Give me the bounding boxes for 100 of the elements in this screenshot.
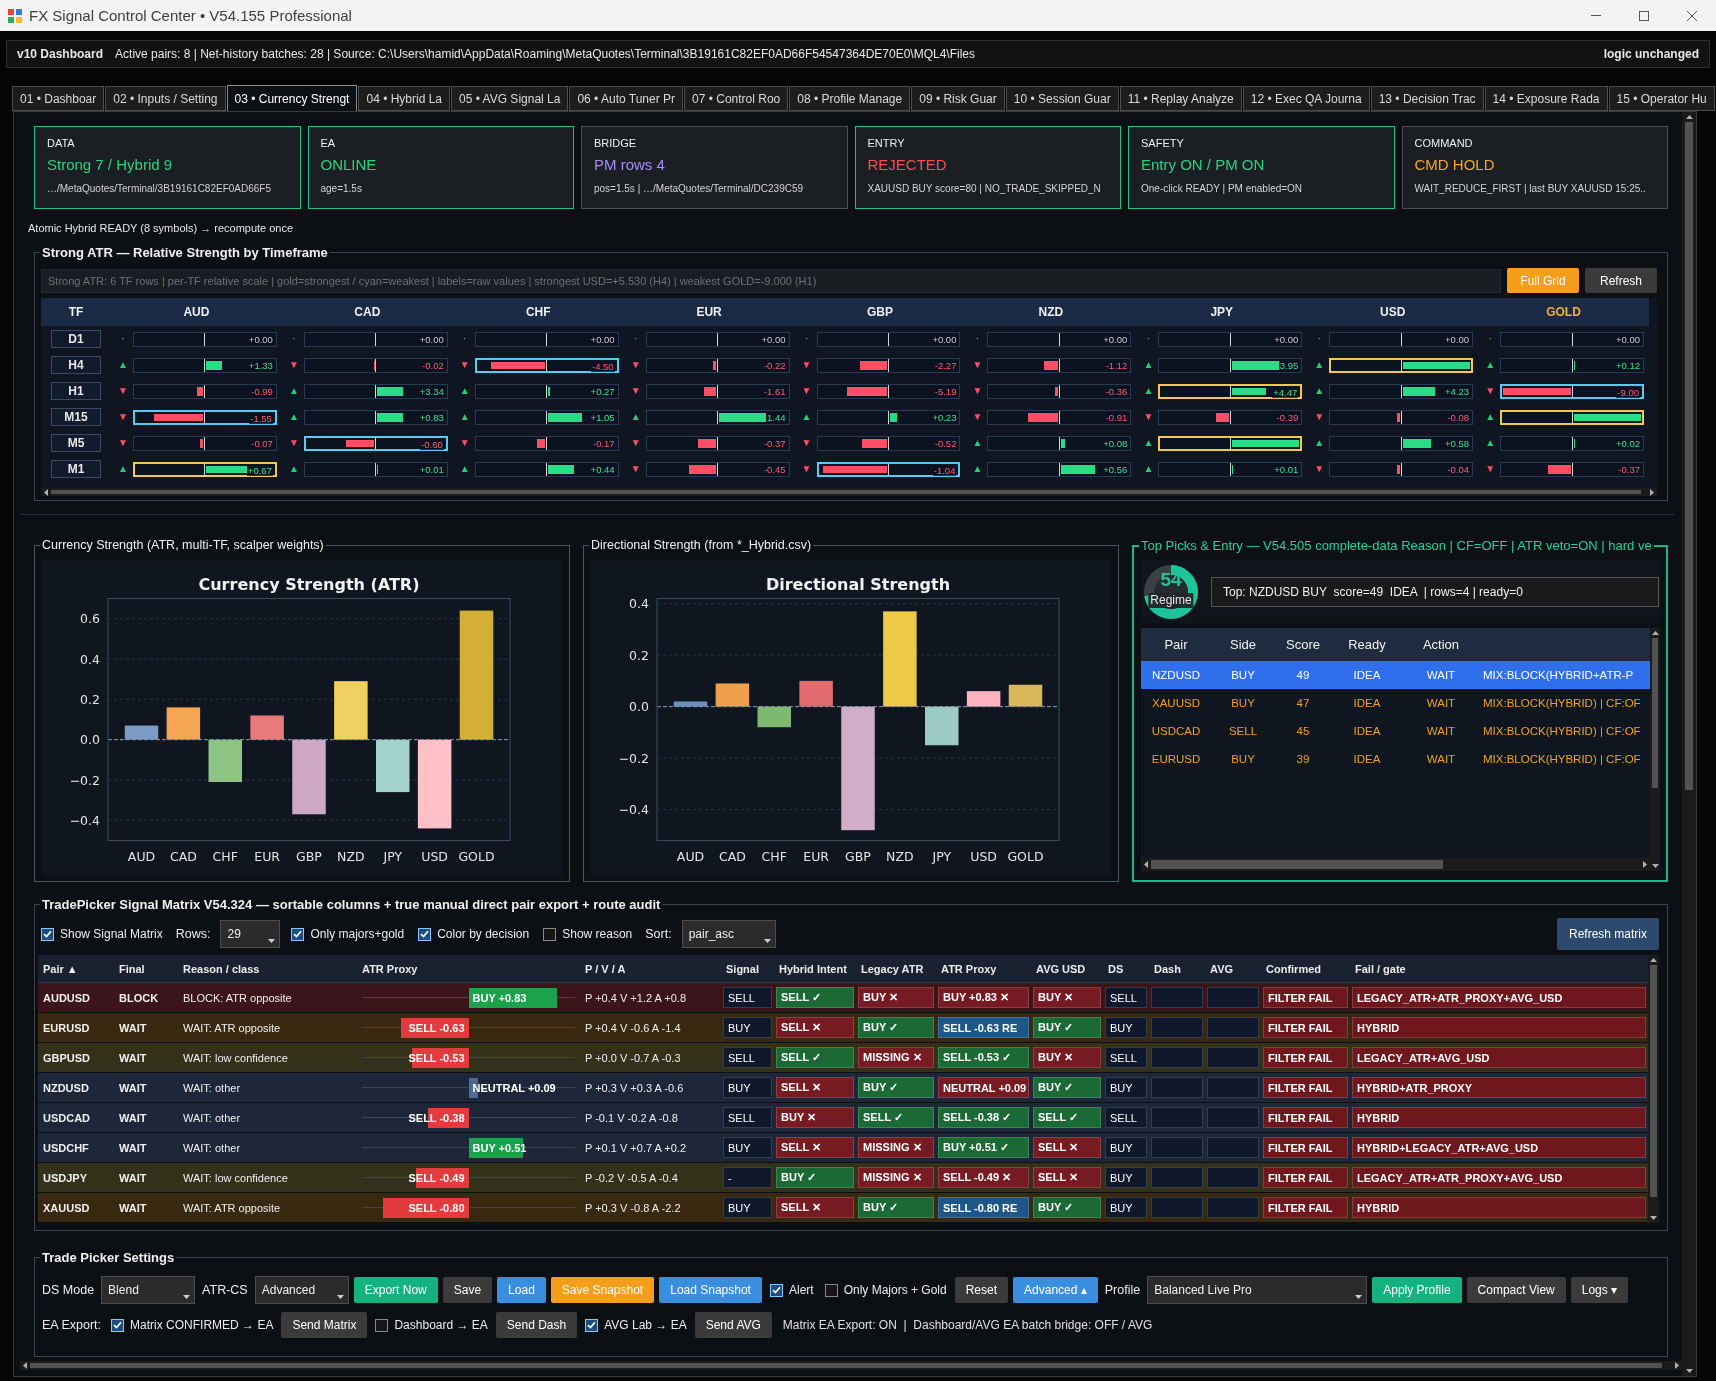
tab[interactable]: 05 • AVG Signal La bbox=[451, 86, 569, 111]
scrollbar-thumb[interactable] bbox=[1650, 965, 1657, 1197]
column-header[interactable]: Final bbox=[114, 962, 178, 975]
column-header[interactable]: P / V / A bbox=[580, 962, 721, 975]
close-icon[interactable] bbox=[1687, 10, 1697, 21]
horizontal-scrollbar[interactable] bbox=[41, 488, 1657, 496]
matrix-row[interactable]: NZDUSD WAIT WAIT: other NEUTRAL +0.09 P +0.3 V +0.3 A -0.6 BUY SELL ✕ BUY ✓ NEUTRAL +0.09 BUY ✓ BUY FILTER FAIL HYBRID+ATR_PROXY bbox=[38, 1073, 1648, 1103]
dropdown[interactable]: pair_asc bbox=[681, 920, 776, 948]
column-header[interactable]: Reason / class bbox=[178, 962, 357, 975]
pick-row[interactable]: XAUUSD BUY 47 IDEA WAIT MIX:BLOCK(HYBRID) | CF:OF bbox=[1141, 689, 1650, 717]
checkbox[interactable] bbox=[291, 927, 305, 941]
maximize-icon[interactable] bbox=[1639, 10, 1649, 21]
tab[interactable]: 04 • Hybrid La bbox=[358, 86, 451, 111]
refresh-button[interactable]: Refresh matrix bbox=[1556, 918, 1659, 950]
dropdown[interactable]: Advanced bbox=[254, 1276, 349, 1304]
vertical-scrollbar[interactable] bbox=[1648, 955, 1659, 1223]
pick-row[interactable]: USDCAD SELL 45 IDEA WAIT MIX:BLOCK(HYBRID) | CF:OF bbox=[1141, 717, 1650, 745]
trend-arrow: ▼ bbox=[972, 359, 983, 371]
action-button[interactable]: Refresh bbox=[1585, 268, 1657, 293]
scrollbar-thumb[interactable] bbox=[51, 490, 1641, 494]
matrix-row[interactable]: USDCHF WAIT WAIT: other BUY +0.51 P +0.1 V +0.7 A +0.2 BUY SELL ✕ MISSING ✕ BUY +0.51 ✓ SELL ✕ BUY FILTER FAIL HYBRID+LEGACY_ATR+AVG_USD bbox=[38, 1133, 1648, 1163]
column-header[interactable]: Pair ▲ bbox=[38, 962, 114, 975]
column-header[interactable]: Dash bbox=[1149, 962, 1205, 975]
tab[interactable]: 10 • Session Guar bbox=[1005, 86, 1119, 111]
action-button[interactable]: Send AVG bbox=[694, 1312, 772, 1338]
column-header[interactable]: Confirmed bbox=[1261, 962, 1350, 975]
tab[interactable]: 08 • Profile Manage bbox=[789, 86, 911, 111]
tab[interactable]: 02 • Inputs / Setting bbox=[105, 86, 226, 111]
decision-text: WAIT bbox=[118, 1111, 148, 1124]
horizontal-scrollbar[interactable] bbox=[20, 1361, 1682, 1370]
caret-down-icon[interactable] bbox=[1650, 1216, 1657, 1220]
column-header[interactable]: Hybrid Intent bbox=[774, 962, 856, 975]
column-header[interactable]: Fail / gate bbox=[1350, 962, 1648, 975]
caret-down-icon[interactable] bbox=[1651, 864, 1659, 868]
tab[interactable]: 06 • Auto Tuner Pr bbox=[569, 86, 683, 111]
caret-right-icon[interactable] bbox=[1650, 488, 1654, 496]
tab[interactable]: 01 • Dashboar bbox=[12, 86, 105, 111]
column-header[interactable]: AVG USD bbox=[1031, 962, 1103, 975]
column-header[interactable]: Ready bbox=[1331, 637, 1403, 652]
dropdown[interactable]: Blend bbox=[101, 1276, 196, 1304]
tab[interactable]: 03 • Currency Strengt bbox=[226, 85, 358, 111]
scrollbar-thumb[interactable] bbox=[1151, 860, 1443, 869]
vertical-scrollbar[interactable] bbox=[1650, 628, 1660, 871]
caret-left-icon[interactable] bbox=[23, 1362, 27, 1369]
tab[interactable]: 13 • Decision Trac bbox=[1370, 86, 1484, 111]
checkbox[interactable] bbox=[41, 927, 54, 941]
column-header[interactable]: AVG bbox=[1205, 962, 1261, 975]
checkbox[interactable] bbox=[418, 927, 432, 941]
column-header[interactable]: Side bbox=[1211, 637, 1275, 652]
column-header[interactable]: Action bbox=[1403, 637, 1479, 652]
checkbox[interactable] bbox=[543, 927, 557, 941]
tab[interactable]: 14 • Exposure Rada bbox=[1484, 86, 1608, 111]
scrollbar-thumb[interactable] bbox=[30, 1363, 1662, 1368]
caret-left-icon[interactable] bbox=[1144, 861, 1148, 868]
column-header[interactable]: Pair bbox=[1141, 637, 1211, 652]
vertical-scrollbar[interactable] bbox=[1682, 112, 1696, 1376]
caret-right-icon[interactable] bbox=[1643, 861, 1647, 868]
horizontal-scrollbar[interactable] bbox=[1141, 858, 1650, 871]
matrix-row[interactable]: EURUSD WAIT WAIT: ATR opposite SELL -0.63 P +0.4 V -0.6 A -1.4 BUY SELL ✕ BUY ✓ SELL -0.63 RE BUY ✓ BUY FILTER FAIL HYBRID bbox=[38, 1013, 1648, 1043]
dropdown[interactable]: Balanced Live Pro bbox=[1147, 1276, 1368, 1304]
tab[interactable]: 07 • Control Roo bbox=[684, 86, 789, 111]
action-button[interactable]: Save bbox=[442, 1277, 493, 1303]
tab[interactable]: 09 • Risk Guar bbox=[911, 86, 1005, 111]
checkbox[interactable] bbox=[585, 1318, 599, 1332]
dropdown[interactable]: 29 bbox=[220, 920, 281, 948]
action-button[interactable]: Compact View bbox=[1466, 1277, 1566, 1303]
scrollbar-thumb[interactable] bbox=[1652, 638, 1658, 788]
caret-up-icon[interactable] bbox=[1650, 958, 1657, 962]
tab[interactable]: 15 • Operator Hu bbox=[1608, 86, 1715, 111]
checkbox[interactable] bbox=[769, 1283, 783, 1297]
column-header[interactable]: ATR Proxy bbox=[357, 962, 580, 975]
column-header[interactable]: DS bbox=[1103, 962, 1149, 975]
checkbox[interactable] bbox=[111, 1318, 125, 1332]
caret-down-icon[interactable] bbox=[1685, 1369, 1693, 1373]
checkbox[interactable] bbox=[824, 1283, 838, 1297]
pick-row[interactable]: EURUSD BUY 39 IDEA WAIT MIX:BLOCK(HYBRID) | CF:OF bbox=[1141, 745, 1650, 773]
column-header[interactable]: Legacy ATR bbox=[856, 962, 936, 975]
reason-text: WAIT: other bbox=[182, 1141, 242, 1154]
check-tag: SELL ✓ bbox=[776, 987, 854, 1008]
action-button[interactable]: Send Matrix bbox=[281, 1312, 368, 1338]
caret-up-icon[interactable] bbox=[1651, 631, 1659, 635]
column-header[interactable]: Score bbox=[1275, 637, 1331, 652]
caret-left-icon[interactable] bbox=[44, 488, 48, 496]
x-tick-label: GOLD bbox=[1007, 849, 1044, 864]
column-header[interactable]: Signal bbox=[721, 962, 774, 975]
field-label: Profile bbox=[1104, 1283, 1141, 1297]
action-button[interactable]: Logs ▾ bbox=[1570, 1277, 1629, 1303]
action-button[interactable]: Reset bbox=[954, 1277, 1009, 1303]
action-button[interactable]: Send Dash bbox=[495, 1312, 578, 1338]
checkbox[interactable] bbox=[375, 1318, 389, 1332]
caret-right-icon[interactable] bbox=[1675, 1362, 1679, 1369]
pick-row[interactable]: NZDUSD BUY 49 IDEA WAIT MIX:BLOCK(HYBRID+ATR-P bbox=[1141, 661, 1650, 689]
matrix-row[interactable]: XAUUSD WAIT WAIT: ATR opposite SELL -0.80 P +0.3 V -0.8 A -2.2 BUY SELL ✕ BUY ✓ SELL -0.80 RE BUY ✓ BUY FILTER FAIL HYBRID bbox=[38, 1193, 1648, 1223]
table-cell-text: IDEA bbox=[1352, 753, 1382, 765]
matrix-row[interactable]: AUDUSD BLOCK BLOCK: ATR opposite BUY +0.83 P +0.4 V +1.2 A +0.8 SELL SELL ✓ BUY ✕ BUY +0.83 ✕ BUY ✕ SELL FILTER FAIL LEGACY_ATR+ATR_PROXY+AVG_USD bbox=[38, 983, 1648, 1013]
column-header[interactable]: ATR Proxy bbox=[936, 962, 1031, 975]
scrollbar-thumb[interactable] bbox=[1685, 122, 1693, 790]
caret-up-icon[interactable] bbox=[1685, 115, 1693, 119]
tab[interactable]: 12 • Exec QA Journa bbox=[1242, 86, 1370, 111]
tab[interactable]: 11 • Replay Analyze bbox=[1119, 86, 1242, 111]
